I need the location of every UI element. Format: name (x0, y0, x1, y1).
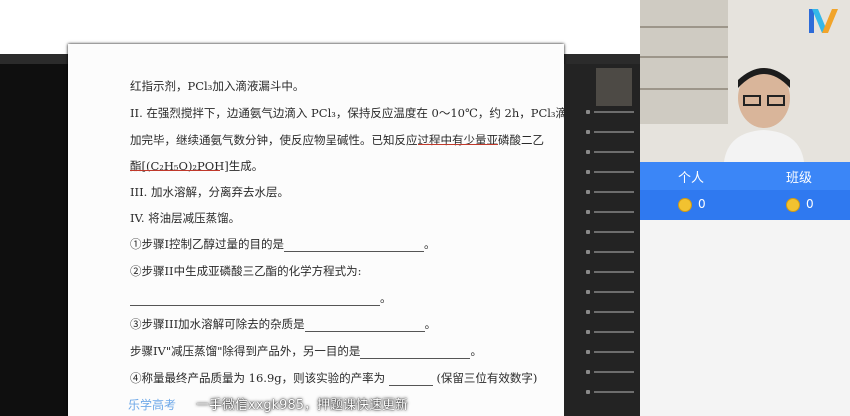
answer-blank (284, 239, 425, 252)
answer-blank (130, 293, 380, 306)
thumb-item[interactable] (594, 191, 634, 193)
bookshelf (640, 0, 728, 124)
thumb-item[interactable] (594, 271, 634, 273)
thumb-item[interactable] (594, 151, 634, 153)
punctuation: 。 (424, 317, 437, 331)
punctuation: 。 (470, 344, 482, 358)
doc-line-4: 酯[(C₂H₅O)₂POH]生成。 (130, 159, 264, 173)
score-panel: 0 0 (640, 190, 850, 220)
thumb-bullet (586, 150, 590, 154)
tab-personal[interactable]: 个人 (678, 167, 704, 186)
shelf-board (640, 26, 728, 28)
watermark-brand: 乐学高考 (128, 398, 177, 412)
thumb-bullet (586, 350, 590, 354)
shelf-board (640, 56, 728, 58)
question-1-text: ①步骤I控制乙醇过量的目的是 (130, 237, 285, 251)
doc-line-3: 加完毕，继续通氨气数分钟，使反应物呈碱性。已知反应过程中有少量亚磷酸二乙 (130, 133, 544, 147)
coin-icon (786, 198, 800, 212)
thumb-bullet (586, 210, 590, 214)
question-4-text: ④称量最终产品质量为 16.9g，则该实验的产率为 (130, 371, 386, 385)
document-page: 红指示剂，PCl₃加入滴液漏斗中。 II. 在强烈搅拌下，边通氨气边滴入 PCl… (68, 44, 568, 416)
question-4-note: (保留三位有效数字) (436, 371, 538, 385)
thumb-bullet (586, 330, 590, 334)
thumb-item[interactable] (594, 371, 634, 373)
slide-thumbnails[interactable] (564, 64, 640, 416)
thumb-item[interactable] (594, 311, 634, 313)
mini-camera-preview (596, 68, 632, 106)
question-3-text: ③步骤III加水溶解可除去的杂质是 (130, 317, 305, 331)
watermark-text: 一手微信xxgk985，押题课快速更新 (196, 398, 408, 413)
left-margin (0, 64, 68, 416)
brand-logo-icon (809, 9, 838, 33)
question-3: ③步骤III加水溶解可除去的杂质是 。 (130, 316, 436, 332)
personal-score: 0 (698, 197, 706, 211)
thumb-bullet (586, 270, 590, 274)
doc-line-1: 红指示剂，PCl₃加入滴液漏斗中。 (130, 79, 305, 93)
thumb-item[interactable] (594, 111, 634, 113)
thumb-item[interactable] (594, 291, 634, 293)
answer-blank (304, 319, 425, 332)
question-2: ②步骤II中生成亚磷酸三乙酯的化学方程式为: (130, 264, 362, 278)
thumb-bullet (586, 370, 590, 374)
thumb-bullet (586, 170, 590, 174)
thumb-item[interactable] (594, 131, 634, 133)
thumb-bullet (586, 250, 590, 254)
thumb-bullet (586, 390, 590, 394)
thumb-bullet (586, 130, 590, 134)
answer-blank (360, 346, 471, 359)
doc-line-5: III. 加水溶解，分离弃去水层。 (130, 185, 289, 199)
thumb-item[interactable] (594, 231, 634, 233)
punctuation: 。 (380, 291, 392, 305)
thumb-item[interactable] (594, 391, 634, 393)
teacher-figure (724, 68, 804, 162)
thumb-item[interactable] (594, 331, 634, 333)
question-3b-text: 步骤IV"减压蒸馏"除得到产品外，另一目的是 (130, 344, 361, 358)
doc-line-6: IV. 将油层减压蒸馏。 (130, 211, 241, 225)
score-panel-header: 个人 班级 (640, 162, 850, 190)
tab-class[interactable]: 班级 (786, 167, 812, 186)
thumb-item[interactable] (594, 251, 634, 253)
question-1: ①步骤I控制乙醇过量的目的是 。 (130, 236, 436, 252)
thumb-item[interactable] (594, 351, 634, 353)
thumb-bullet (586, 110, 590, 114)
red-strike (130, 170, 220, 171)
thumb-bullet (586, 290, 590, 294)
thumb-bullet (586, 310, 590, 314)
answer-blank (388, 373, 433, 386)
question-3b: 步骤IV"减压蒸馏"除得到产品外，另一目的是 。 (130, 343, 482, 359)
question-4: ④称量最终产品质量为 16.9g，则该实验的产率为 (保留三位有效数字) (130, 370, 537, 386)
thumb-item[interactable] (594, 171, 634, 173)
doc-line-2: II. 在强烈搅拌下，边通氨气边滴入 PCl₃，保持反应温度在 0～10℃，约 … (130, 106, 568, 120)
coin-icon (678, 198, 692, 212)
shelf-board (640, 88, 728, 90)
class-score: 0 (806, 197, 814, 211)
panel-body (640, 220, 850, 416)
red-underline (418, 144, 498, 145)
question-2-blank-line: 。 (130, 290, 392, 306)
thumb-bullet (586, 230, 590, 234)
thumb-item[interactable] (594, 211, 634, 213)
punctuation: 。 (424, 237, 436, 251)
thumb-bullet (586, 190, 590, 194)
